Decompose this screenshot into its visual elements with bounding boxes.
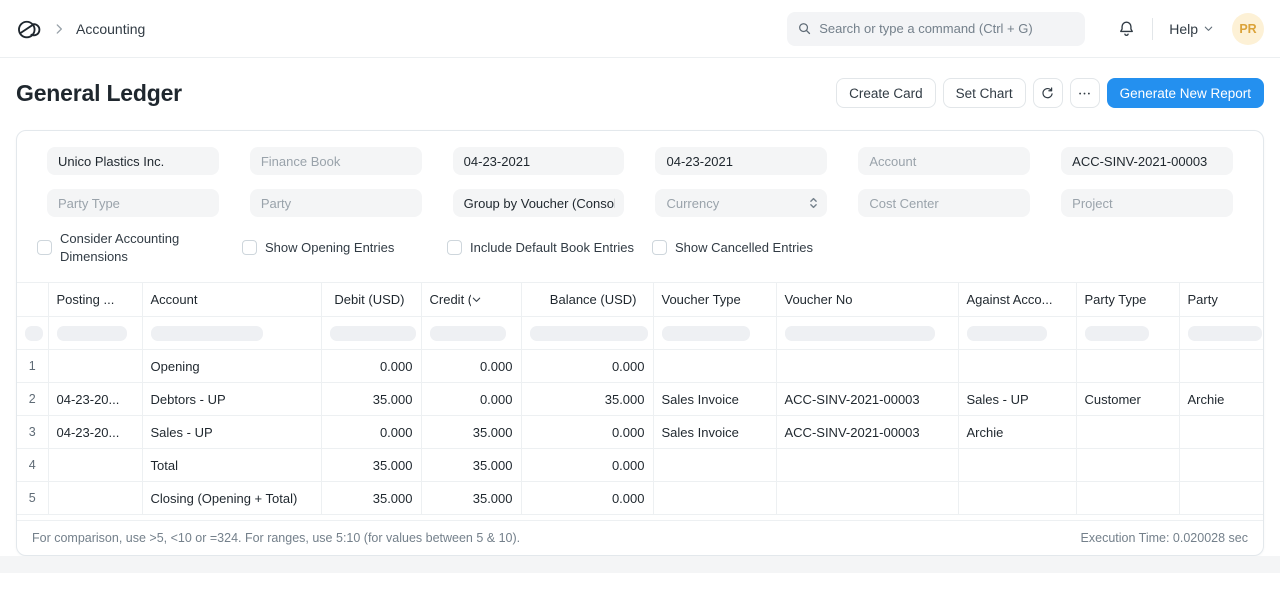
- chevron-down-icon: [1203, 23, 1214, 34]
- company-filter[interactable]: [47, 147, 219, 175]
- column-header-voucher-no[interactable]: Voucher No: [776, 283, 958, 317]
- report-table: Posting ... Account Debit (USD) Credit (…: [17, 282, 1263, 515]
- column-header-credit[interactable]: Credit (US.: [421, 283, 521, 317]
- table-row: 3 04-23-20... Sales - UP 0.000 35.000 0.…: [17, 416, 1263, 449]
- search-icon: [797, 21, 812, 36]
- column-filter-cell[interactable]: [421, 317, 521, 350]
- checkbox-show-cancelled-entries[interactable]: Show Cancelled Entries: [652, 230, 857, 265]
- breadcrumb[interactable]: Accounting: [76, 21, 145, 37]
- generate-new-report-button[interactable]: Generate New Report: [1107, 78, 1264, 108]
- party-type-filter[interactable]: [47, 189, 219, 217]
- column-filter-cell[interactable]: [653, 317, 776, 350]
- column-filter-row: [17, 317, 1263, 350]
- column-filter-cell[interactable]: [958, 317, 1076, 350]
- column-filter-cell[interactable]: [17, 317, 48, 350]
- currency-select[interactable]: Currency: [655, 189, 827, 217]
- group-by-select[interactable]: Group by Voucher (Consol: [453, 189, 625, 217]
- column-filter-cell[interactable]: [521, 317, 653, 350]
- checkbox-consider-accounting-dimensions[interactable]: Consider Accounting Dimensions: [37, 230, 242, 265]
- bell-icon: [1117, 19, 1136, 38]
- filter-checkboxes: Consider Accounting Dimensions Show Open…: [17, 217, 1263, 282]
- frappe-cloud-logo-icon: [16, 16, 42, 42]
- notifications-button[interactable]: [1117, 19, 1136, 38]
- table-row: 4 Total 35.000 35.000 0.000: [17, 449, 1263, 482]
- execution-time: Execution Time: 0.020028 sec: [1081, 531, 1248, 545]
- project-filter[interactable]: [1061, 189, 1233, 217]
- page-title: General Ledger: [16, 80, 182, 107]
- party-filter[interactable]: [250, 189, 422, 217]
- column-header-against-account[interactable]: Against Acco...: [958, 283, 1076, 317]
- column-filter-cell[interactable]: [1076, 317, 1179, 350]
- column-filter-cell[interactable]: [1179, 317, 1263, 350]
- from-date-filter[interactable]: [453, 147, 625, 175]
- voucher-no-link[interactable]: ACC-SINV-2021-00003: [776, 416, 958, 449]
- report-footer: For comparison, use >5, <10 or =324. For…: [17, 520, 1263, 555]
- navbar-divider: [1152, 18, 1153, 40]
- cost-center-filter[interactable]: [858, 189, 1030, 217]
- ellipsis-icon: [1077, 86, 1092, 101]
- filter-section: Group by Voucher (Consol Currency: [17, 131, 1263, 217]
- column-header-voucher-type[interactable]: Voucher Type: [653, 283, 776, 317]
- refresh-icon: [1040, 86, 1055, 101]
- account-filter[interactable]: [858, 147, 1030, 175]
- checkbox-icon: [652, 240, 667, 255]
- table-row: 5 Closing (Opening + Total) 35.000 35.00…: [17, 482, 1263, 515]
- navbar: Accounting Help: [0, 0, 1280, 58]
- chevron-right-icon: [52, 22, 66, 36]
- page-header: General Ledger Create Card Set Chart Gen…: [0, 58, 1280, 130]
- column-header-party[interactable]: Party: [1179, 283, 1263, 317]
- checkbox-icon: [447, 240, 462, 255]
- help-label: Help: [1169, 21, 1198, 37]
- column-filter-cell[interactable]: [321, 317, 421, 350]
- finance-book-filter[interactable]: [250, 147, 422, 175]
- help-menu[interactable]: Help: [1169, 21, 1214, 37]
- to-date-filter[interactable]: [655, 147, 827, 175]
- create-card-button[interactable]: Create Card: [836, 78, 936, 108]
- user-avatar[interactable]: PR: [1232, 13, 1264, 45]
- search-input[interactable]: [819, 21, 1075, 36]
- checkbox-icon: [37, 240, 52, 255]
- report-card: Group by Voucher (Consol Currency Consid…: [16, 130, 1264, 556]
- app-logo[interactable]: [16, 16, 42, 42]
- global-search[interactable]: [787, 12, 1085, 46]
- column-header-balance[interactable]: Balance (USD): [521, 283, 653, 317]
- set-chart-button[interactable]: Set Chart: [943, 78, 1026, 108]
- table-header-row: Posting ... Account Debit (USD) Credit (…: [17, 283, 1263, 317]
- sort-chevron-down-icon: [471, 294, 513, 305]
- refresh-button[interactable]: [1033, 78, 1063, 108]
- checkbox-include-default-book-entries[interactable]: Include Default Book Entries: [447, 230, 652, 265]
- checkbox-icon: [242, 240, 257, 255]
- page-background: [0, 556, 1280, 573]
- table-row: 2 04-23-20... Debtors - UP 35.000 0.000 …: [17, 383, 1263, 416]
- voucher-no-filter[interactable]: [1061, 147, 1233, 175]
- column-header-party-type[interactable]: Party Type: [1076, 283, 1179, 317]
- column-filter-cell[interactable]: [142, 317, 321, 350]
- column-header-posting-date[interactable]: Posting ...: [48, 283, 142, 317]
- column-filter-cell[interactable]: [48, 317, 142, 350]
- index-column-header: [17, 283, 48, 317]
- voucher-no-link[interactable]: ACC-SINV-2021-00003: [776, 383, 958, 416]
- up-down-chevrons-icon: [809, 196, 818, 210]
- comparison-hint: For comparison, use >5, <10 or =324. For…: [32, 531, 520, 545]
- more-menu-button[interactable]: [1070, 78, 1100, 108]
- table-row: 1 Opening 0.000 0.000 0.000: [17, 350, 1263, 383]
- column-header-debit[interactable]: Debit (USD): [321, 283, 421, 317]
- column-filter-cell[interactable]: [776, 317, 958, 350]
- column-header-account[interactable]: Account: [142, 283, 321, 317]
- checkbox-show-opening-entries[interactable]: Show Opening Entries: [242, 230, 447, 265]
